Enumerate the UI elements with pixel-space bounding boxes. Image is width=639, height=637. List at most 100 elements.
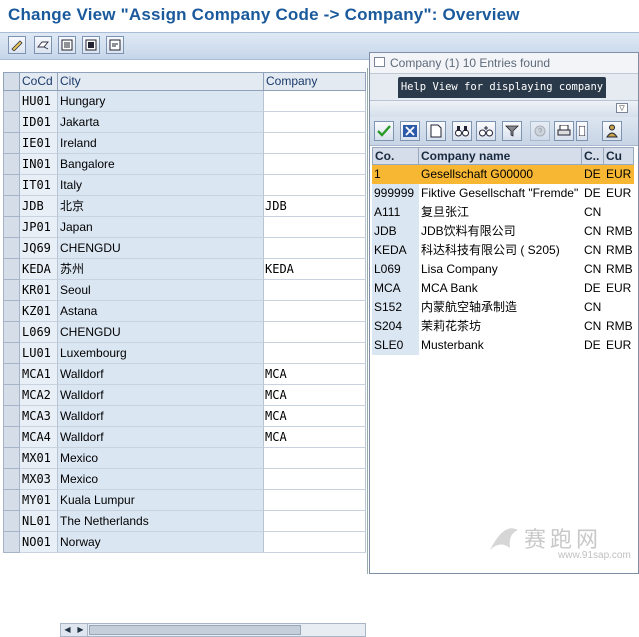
company-input[interactable]: MCA bbox=[264, 385, 366, 406]
row-selector[interactable] bbox=[3, 343, 20, 364]
company-input[interactable] bbox=[264, 91, 366, 112]
column-header-currency[interactable]: Cu bbox=[604, 147, 634, 165]
row-selector[interactable] bbox=[3, 217, 20, 238]
table-row[interactable]: MCA3 Walldorf MCA bbox=[0, 406, 367, 427]
row-selector[interactable] bbox=[3, 238, 20, 259]
row-selector[interactable] bbox=[3, 301, 20, 322]
company-input[interactable]: MCA bbox=[264, 406, 366, 427]
row-selector[interactable] bbox=[3, 196, 20, 217]
company-input[interactable] bbox=[264, 280, 366, 301]
print-icon[interactable] bbox=[554, 121, 574, 141]
company-input[interactable] bbox=[264, 133, 366, 154]
company-input[interactable] bbox=[264, 532, 366, 553]
change-toggle-icon[interactable] bbox=[34, 36, 52, 54]
table-row[interactable]: NO01 Norway bbox=[0, 532, 367, 553]
table-row[interactable]: IN01 Bangalore bbox=[0, 154, 367, 175]
table-row[interactable]: L069 CHENGDU bbox=[0, 322, 367, 343]
deselect-icon[interactable] bbox=[106, 36, 124, 54]
company-input[interactable] bbox=[264, 511, 366, 532]
popup-row[interactable]: 999999 Fiktive Gesellschaft "Fremde" DE EUR bbox=[372, 184, 634, 203]
row-selector[interactable] bbox=[3, 448, 20, 469]
company-input[interactable]: MCA bbox=[264, 427, 366, 448]
column-header-cocd[interactable]: CoCd bbox=[20, 72, 58, 91]
table-row[interactable]: NL01 The Netherlands bbox=[0, 511, 367, 532]
company-input[interactable] bbox=[264, 154, 366, 175]
popup-row[interactable]: A111 复旦张江 CN bbox=[372, 203, 634, 222]
row-selector[interactable] bbox=[3, 469, 20, 490]
table-row[interactable]: MX03 Mexico bbox=[0, 469, 367, 490]
print-options-icon[interactable] bbox=[576, 121, 588, 141]
confirm-check-icon[interactable] bbox=[374, 121, 394, 141]
table-row[interactable]: JDB 北京 JDB bbox=[0, 196, 367, 217]
cancel-x-icon[interactable] bbox=[400, 121, 420, 141]
table-row[interactable]: ID01 Jakarta bbox=[0, 112, 367, 133]
row-selector[interactable] bbox=[3, 322, 20, 343]
table-row[interactable]: HU01 Hungary bbox=[0, 91, 367, 112]
column-header-company[interactable]: Company bbox=[264, 72, 366, 91]
select-block-icon[interactable] bbox=[82, 36, 100, 54]
popup-row[interactable]: L069 Lisa Company CN RMB bbox=[372, 260, 634, 279]
company-input[interactable] bbox=[264, 469, 366, 490]
expand-restrictions-icon[interactable]: ▽ bbox=[616, 103, 628, 113]
row-selector[interactable] bbox=[3, 91, 20, 112]
row-selector[interactable] bbox=[3, 154, 20, 175]
table-row[interactable]: MX01 Mexico bbox=[0, 448, 367, 469]
company-input[interactable] bbox=[264, 343, 366, 364]
row-selector[interactable] bbox=[3, 175, 20, 196]
popup-row[interactable]: 1 Gesellschaft G00000 DE EUR bbox=[372, 165, 634, 184]
scroll-right-icon[interactable]: ▶ bbox=[74, 624, 88, 636]
scroll-left-icon[interactable]: ◀ bbox=[61, 624, 75, 636]
row-selector[interactable] bbox=[3, 490, 20, 511]
row-selector[interactable] bbox=[3, 112, 20, 133]
company-input[interactable] bbox=[264, 301, 366, 322]
table-row[interactable]: IE01 Ireland bbox=[0, 133, 367, 154]
row-selector[interactable] bbox=[3, 511, 20, 532]
scroll-thumb[interactable] bbox=[89, 625, 301, 635]
column-header-co[interactable]: Co. bbox=[372, 147, 419, 165]
table-row[interactable]: MCA4 Walldorf MCA bbox=[0, 427, 367, 448]
personalize-icon[interactable] bbox=[602, 121, 622, 141]
select-all-cell[interactable] bbox=[3, 72, 20, 91]
filter-icon[interactable] bbox=[502, 121, 522, 141]
company-input[interactable]: JDB bbox=[264, 196, 366, 217]
edit-glasses-icon[interactable] bbox=[8, 36, 26, 54]
company-input[interactable] bbox=[264, 217, 366, 238]
row-selector[interactable] bbox=[3, 259, 20, 280]
table-row[interactable]: LU01 Luxembourg bbox=[0, 343, 367, 364]
company-input[interactable] bbox=[264, 322, 366, 343]
company-input[interactable]: KEDA bbox=[264, 259, 366, 280]
table-row[interactable]: MCA2 Walldorf MCA bbox=[0, 385, 367, 406]
row-selector[interactable] bbox=[3, 133, 20, 154]
find-binoculars-icon[interactable] bbox=[452, 121, 472, 141]
company-input[interactable] bbox=[264, 490, 366, 511]
popup-row[interactable]: KEDA 科达科技有限公司 ( S205) CN RMB bbox=[372, 241, 634, 260]
row-selector[interactable] bbox=[3, 280, 20, 301]
table-row[interactable]: MY01 Kuala Lumpur bbox=[0, 490, 367, 511]
column-header-city[interactable]: City bbox=[58, 72, 264, 91]
popup-row[interactable]: S204 茉莉花茶坊 CN RMB bbox=[372, 317, 634, 336]
popup-row[interactable]: SLE0 Musterbank DE EUR bbox=[372, 336, 634, 355]
popup-row[interactable]: S152 内蒙航空轴承制造 CN bbox=[372, 298, 634, 317]
horizontal-scrollbar[interactable]: ◀ ▶ bbox=[60, 623, 366, 637]
row-selector[interactable] bbox=[3, 406, 20, 427]
row-selector[interactable] bbox=[3, 427, 20, 448]
company-input[interactable] bbox=[264, 175, 366, 196]
find-next-icon[interactable] bbox=[476, 121, 496, 141]
tab-help-view[interactable]: Help View for displaying company bbox=[398, 77, 606, 98]
popup-row[interactable]: MCA MCA Bank DE EUR bbox=[372, 279, 634, 298]
row-selector[interactable] bbox=[3, 385, 20, 406]
company-input[interactable] bbox=[264, 238, 366, 259]
company-input[interactable]: MCA bbox=[264, 364, 366, 385]
table-row[interactable]: KZ01 Astana bbox=[0, 301, 367, 322]
table-row[interactable]: JP01 Japan bbox=[0, 217, 367, 238]
row-selector[interactable] bbox=[3, 364, 20, 385]
column-header-country[interactable]: C.. bbox=[582, 147, 604, 165]
popup-row[interactable]: JDB JDB饮料有限公司 CN RMB bbox=[372, 222, 634, 241]
table-row[interactable]: IT01 Italy bbox=[0, 175, 367, 196]
table-row[interactable]: KEDA 苏州 KEDA bbox=[0, 259, 367, 280]
row-selector[interactable] bbox=[3, 532, 20, 553]
table-row[interactable]: JQ69 CHENGDU bbox=[0, 238, 367, 259]
company-input[interactable] bbox=[264, 448, 366, 469]
table-row[interactable]: KR01 Seoul bbox=[0, 280, 367, 301]
table-row[interactable]: MCA1 Walldorf MCA bbox=[0, 364, 367, 385]
